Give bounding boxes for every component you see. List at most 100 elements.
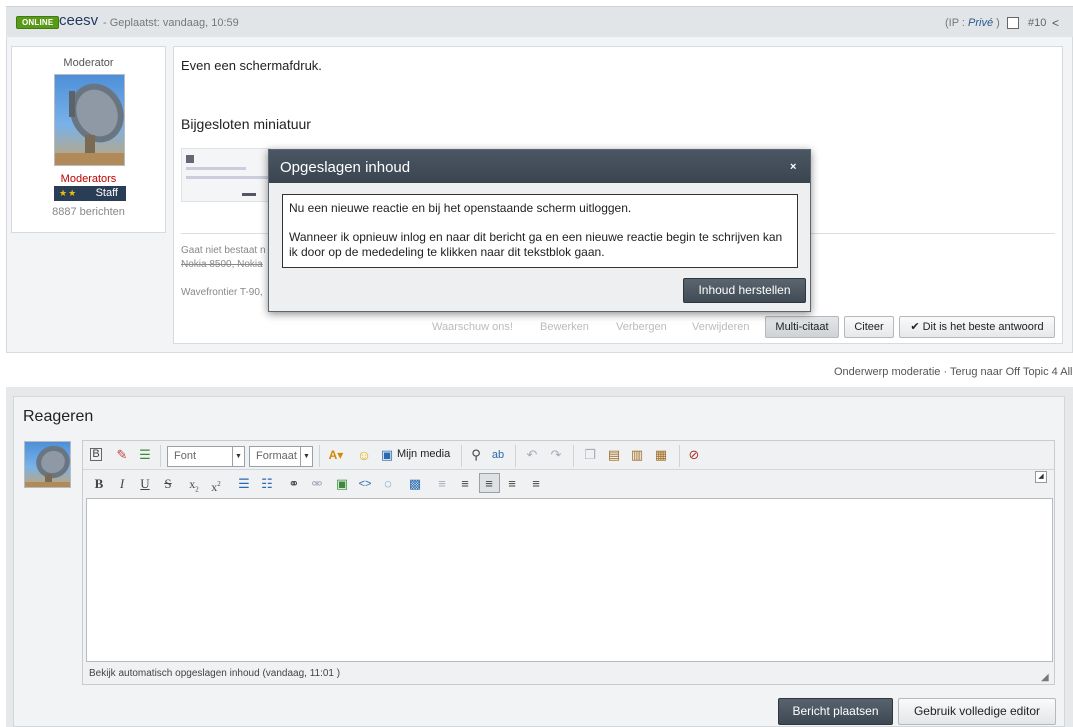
autosave-status-link[interactable]: Bekijk automatisch opgeslagen inhoud (va… bbox=[89, 668, 340, 679]
redo-icon[interactable]: ↷ bbox=[547, 447, 565, 463]
avatar[interactable] bbox=[54, 74, 125, 166]
format-select-label: Formaat bbox=[256, 450, 297, 462]
paste-plain-icon[interactable]: ▥ bbox=[628, 447, 646, 463]
outdent-icon[interactable]: ≡ bbox=[433, 476, 451, 492]
signature-line: Wavefrontier T-90, bbox=[181, 287, 263, 298]
strikethrough-icon[interactable]: S bbox=[159, 476, 177, 492]
page: ONLINE ceesv - Geplaatst: vandaag, 10:59… bbox=[0, 0, 1073, 727]
saved-text-paragraph: Wanneer ik opnieuw inlog en naar dit ber… bbox=[289, 230, 783, 259]
edit-link[interactable]: Bewerken bbox=[540, 321, 589, 333]
post-number-link[interactable]: #10 bbox=[1028, 17, 1046, 29]
attachment-heading: Bijgesloten miniatuur bbox=[181, 116, 311, 132]
ip-prefix: (IP : bbox=[945, 17, 969, 29]
find-icon[interactable]: ⚲ bbox=[467, 447, 485, 463]
check-icon: ✔ bbox=[910, 321, 920, 333]
reply-textarea[interactable] bbox=[86, 498, 1053, 662]
underline-icon[interactable]: U bbox=[136, 476, 154, 492]
rich-text-editor: B ✎ ☰ Font ▼ Formaat ▼ A▾ ☺ ▣ Mijn media ⚲… bbox=[82, 440, 1055, 685]
select-post-checkbox[interactable] bbox=[1007, 17, 1019, 29]
post-author-link[interactable]: ceesv bbox=[59, 12, 98, 29]
attachment-thumbnail[interactable] bbox=[181, 148, 271, 202]
replace-icon[interactable]: ab bbox=[489, 447, 507, 463]
report-link[interactable]: Waarschuw ons! bbox=[432, 321, 513, 333]
quote-button[interactable]: Citeer bbox=[844, 316, 894, 338]
signature: Gaat niet bestaat n Nokia 8500, Nokia bbox=[181, 244, 266, 272]
post-count: 8887 berichten bbox=[52, 206, 125, 218]
align-left-icon[interactable]: ≡ bbox=[480, 476, 498, 492]
collapse-toolbar-icon[interactable]: ◢ bbox=[1035, 471, 1047, 483]
post-reply-button[interactable]: Bericht plaatsen bbox=[778, 698, 893, 725]
paste-text-icon[interactable]: ☰ bbox=[136, 447, 154, 463]
subscript-icon[interactable]: x2 bbox=[185, 476, 203, 497]
image-icon[interactable]: ▣ bbox=[333, 476, 351, 492]
indent-icon[interactable]: ≡ bbox=[456, 476, 474, 492]
back-to-forum-link[interactable]: Terug naar Off Topic 4 All bbox=[950, 366, 1073, 378]
format-select[interactable]: Formaat ▼ bbox=[249, 446, 313, 467]
share-icon[interactable]: < bbox=[1052, 16, 1059, 30]
undo-icon[interactable]: ↶ bbox=[523, 447, 541, 463]
copy-icon[interactable]: ❐ bbox=[581, 447, 599, 463]
post-date: - Geplaatst: vandaag, 10:59 bbox=[103, 17, 239, 29]
dialog-title-bar[interactable]: Opgeslagen inhoud × bbox=[269, 150, 810, 183]
paste-icon[interactable]: ▤ bbox=[605, 447, 623, 463]
chevron-down-icon: ▼ bbox=[232, 447, 244, 466]
italic-icon[interactable]: I bbox=[113, 476, 131, 492]
separator: · bbox=[940, 366, 950, 378]
stars-rating: ★★ bbox=[59, 188, 78, 198]
restore-content-button[interactable]: Inhoud herstellen bbox=[683, 278, 806, 303]
signature-line: Nokia 8500, Nokia bbox=[181, 259, 263, 270]
saved-text-paragraph: Nu een nieuwe reactie en bij het opensta… bbox=[289, 201, 632, 215]
text-color-icon[interactable]: A▾ bbox=[325, 447, 347, 463]
remove-format-icon[interactable]: ⊘ bbox=[685, 447, 703, 463]
ip-info: (IP : Privé ) bbox=[945, 17, 1000, 29]
resize-handle-icon[interactable]: ◢ bbox=[1041, 672, 1049, 683]
chevron-down-icon: ▼ bbox=[300, 447, 312, 466]
paste-word-icon[interactable]: ▦ bbox=[652, 447, 670, 463]
spoiler-icon[interactable]: ▩ bbox=[406, 476, 424, 492]
post-text: Even een schermafdruk. bbox=[181, 58, 322, 73]
eraser-icon[interactable]: ✎ bbox=[113, 447, 131, 463]
moderation-links: Onderwerp moderatie · Terug naar Off Top… bbox=[834, 366, 1072, 378]
multi-quote-button[interactable]: Multi-citaat bbox=[765, 316, 839, 338]
dialog-title: Opgeslagen inhoud bbox=[280, 159, 411, 176]
superscript-icon[interactable]: x2 bbox=[207, 476, 225, 495]
saved-content-dialog: Opgeslagen inhoud × Nu een nieuwe reacti… bbox=[268, 149, 811, 312]
bold-icon[interactable]: B bbox=[90, 476, 108, 492]
full-editor-button[interactable]: Gebruik volledige editor bbox=[898, 698, 1056, 725]
ip-value: Privé bbox=[968, 17, 994, 29]
toolbar-row-2: B I U S x2 x2 ☰ ☷ ⚭ ⚮ ▣ <> ◌ ▩ ≡ ≡ ≡ ≡ ≡ bbox=[83, 470, 1054, 497]
satellite-dish-image bbox=[25, 445, 70, 487]
font-select[interactable]: Font ▼ bbox=[167, 446, 245, 467]
link-icon[interactable]: ⚭ bbox=[285, 476, 303, 492]
delete-link[interactable]: Verwijderen bbox=[692, 321, 749, 333]
toolbar-row-1: B ✎ ☰ Font ▼ Formaat ▼ A▾ ☺ ▣ Mijn media ⚲… bbox=[83, 441, 1054, 470]
topic-moderation-link[interactable]: Onderwerp moderatie bbox=[834, 366, 940, 378]
media-icon[interactable]: ▣ bbox=[378, 447, 396, 463]
reply-heading: Reageren bbox=[23, 408, 94, 425]
align-center-icon[interactable]: ≡ bbox=[503, 476, 521, 492]
online-badge: ONLINE bbox=[16, 16, 60, 29]
user-group-link[interactable]: Moderators bbox=[12, 173, 165, 185]
source-icon[interactable]: B bbox=[90, 448, 102, 461]
code-icon[interactable]: <> bbox=[356, 476, 374, 492]
unlink-icon[interactable]: ⚮ bbox=[308, 476, 326, 492]
author-info-panel: Moderator Moderators ★★ Staff 8887 berich… bbox=[11, 46, 166, 233]
post-header: ONLINE ceesv - Geplaatst: vandaag, 10:59… bbox=[6, 6, 1073, 37]
numbered-list-icon[interactable]: ☷ bbox=[258, 476, 276, 492]
avatar bbox=[24, 441, 71, 488]
signature-line: Gaat niet bestaat n bbox=[181, 245, 266, 256]
saved-content-preview: Nu een nieuwe reactie en bij het opensta… bbox=[282, 194, 798, 268]
user-title: Moderator bbox=[63, 57, 114, 69]
ip-suffix: ) bbox=[993, 17, 1000, 29]
close-icon[interactable]: × bbox=[790, 162, 798, 173]
satellite-dish-image bbox=[55, 83, 124, 165]
align-right-icon[interactable]: ≡ bbox=[527, 476, 545, 492]
font-select-label: Font bbox=[174, 450, 197, 462]
hide-link[interactable]: Verbergen bbox=[616, 321, 667, 333]
best-answer-button[interactable]: ✔ Dit is het beste antwoord bbox=[899, 316, 1055, 338]
my-media-button[interactable]: Mijn media bbox=[397, 448, 450, 460]
bullet-list-icon[interactable]: ☰ bbox=[235, 476, 253, 492]
quote-icon[interactable]: ◌ bbox=[379, 476, 397, 492]
smiley-icon[interactable]: ☺ bbox=[355, 447, 373, 463]
best-answer-label: Dit is het beste antwoord bbox=[922, 321, 1044, 333]
